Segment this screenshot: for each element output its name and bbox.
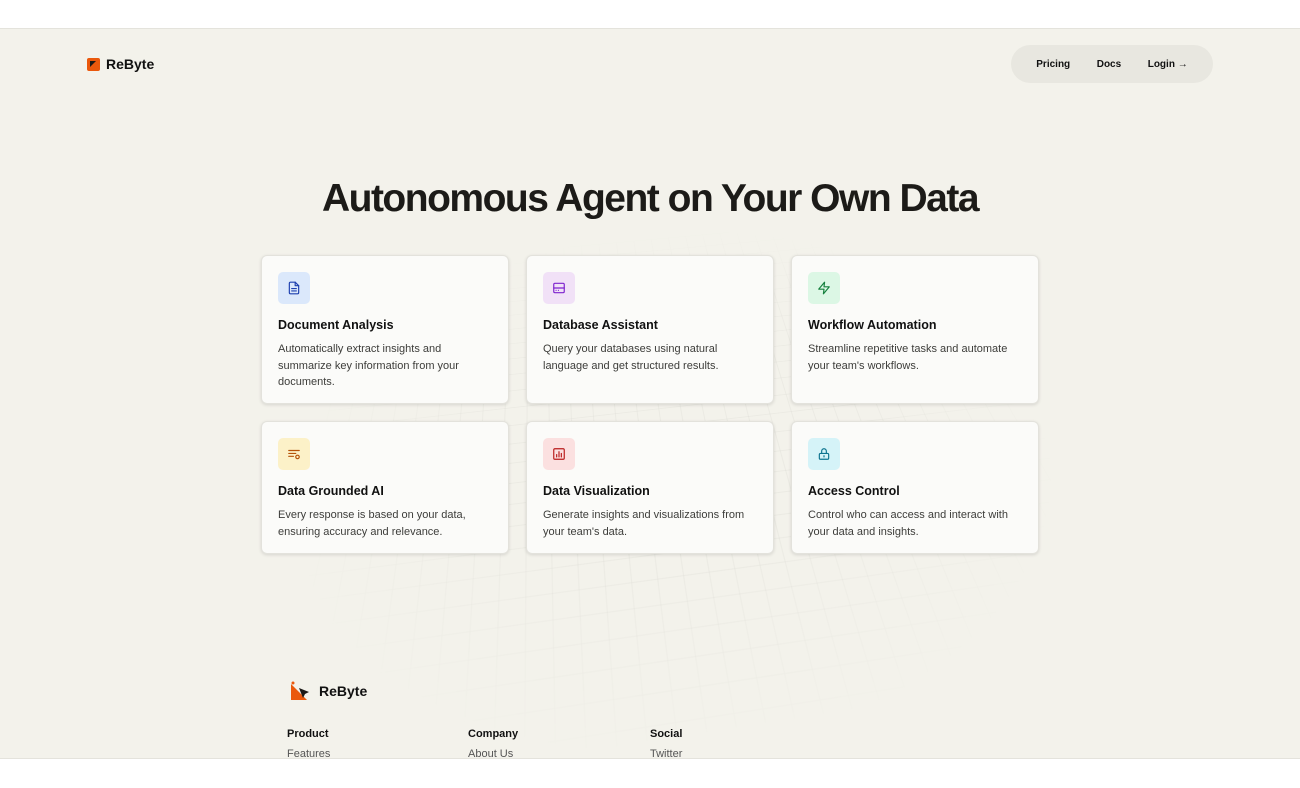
feature-card-document-analysis[interactable]: Document Analysis Automatically extract … xyxy=(261,255,509,404)
feature-grid: Document Analysis Automatically extract … xyxy=(261,255,1040,554)
footer-column-social: Social Twitter xyxy=(650,728,683,758)
hero-title: Autonomous Agent on Your Own Data xyxy=(321,177,980,220)
feature-description: Control who can access and interact with… xyxy=(808,509,1008,538)
feature-description: Query your databases using natural langu… xyxy=(543,343,719,372)
footer-column-company: Company About Us xyxy=(468,728,519,758)
database-icon xyxy=(543,272,575,304)
page-viewport: ReByte Pricing Docs Login → Autonomous A… xyxy=(0,28,1300,759)
document-icon xyxy=(278,272,310,304)
feature-card-workflow-automation[interactable]: Workflow Automation Streamline repetitiv… xyxy=(791,255,1039,404)
feature-card-database-assistant[interactable]: Database Assistant Query your databases … xyxy=(526,255,774,404)
feature-title: Data Visualization xyxy=(543,484,650,498)
brand-logo-link[interactable]: ReByte xyxy=(87,56,154,72)
feature-card-data-grounded-ai[interactable]: Data Grounded AI Every response is based… xyxy=(261,421,509,554)
footer-brand-link[interactable]: ReByte xyxy=(289,680,367,702)
footer-heading: Social xyxy=(650,728,683,740)
feature-description: Streamline repetitive tasks and automate… xyxy=(808,343,1008,372)
lightning-icon xyxy=(808,272,840,304)
nav-login-link[interactable]: Login → xyxy=(1148,59,1188,70)
rebyte-logo-icon xyxy=(87,57,100,71)
footer-link-twitter[interactable]: Twitter xyxy=(650,748,682,758)
lock-icon xyxy=(808,438,840,470)
feature-title: Workflow Automation xyxy=(808,318,937,332)
feature-card-access-control[interactable]: Access Control Control who can access an… xyxy=(791,421,1039,554)
footer-heading: Product xyxy=(287,728,329,740)
footer-brand-name: ReByte xyxy=(319,683,368,699)
brand-name: ReByte xyxy=(106,56,155,72)
footer-link-features[interactable]: Features xyxy=(287,748,330,758)
nav-docs-link[interactable]: Docs xyxy=(1097,59,1121,70)
feature-title: Document Analysis xyxy=(278,318,394,332)
feature-description: Automatically extract insights and summa… xyxy=(278,343,459,388)
feature-title: Database Assistant xyxy=(543,318,658,332)
list-settings-icon xyxy=(278,438,310,470)
footer-column-product: Product Features xyxy=(287,728,330,758)
top-nav: Pricing Docs Login → xyxy=(1011,45,1213,83)
feature-card-data-visualization[interactable]: Data Visualization Generate insights and… xyxy=(526,421,774,554)
nav-pricing-link[interactable]: Pricing xyxy=(1036,59,1070,70)
bar-chart-icon xyxy=(543,438,575,470)
feature-title: Access Control xyxy=(808,484,900,498)
feature-title: Data Grounded AI xyxy=(278,484,384,498)
feature-description: Every response is based on your data, en… xyxy=(278,509,466,538)
rebyte-logo-icon xyxy=(289,680,311,702)
footer-link-about-us[interactable]: About Us xyxy=(468,748,518,758)
footer-heading: Company xyxy=(468,728,519,740)
feature-description: Generate insights and visualizations fro… xyxy=(543,509,745,538)
